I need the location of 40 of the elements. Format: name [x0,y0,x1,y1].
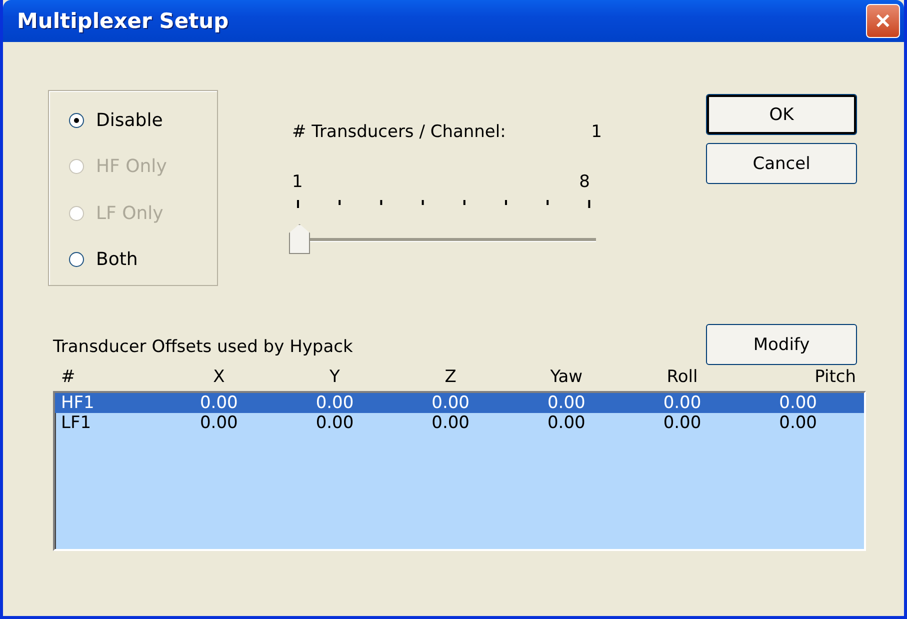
list-cell-text: 0.00 [314,413,355,433]
list-row[interactable]: HF1 0.00 0.00 0.00 0.00 0.00 0.00 [55,393,864,413]
column-header: Roll [666,367,699,387]
radio-button[interactable] [69,112,84,128]
max-label: 8 [579,172,590,192]
close-button[interactable]: ✕ [866,4,900,38]
radio-button[interactable] [69,252,84,268]
slider-reading: 1 [591,122,602,142]
list-cell-text: 0.00 [198,393,239,413]
ok-button[interactable]: OK [706,94,857,135]
list-cell-text: LF1 [61,413,92,433]
column-header: Pitch [814,367,856,387]
radio-label: HF Only [96,156,167,178]
list-cell-text: 0.00 [662,413,702,433]
column-header: Yaw [549,367,584,387]
column-header: X [212,367,226,387]
list-cell-text: 0.00 [546,413,586,433]
window-title: Multiplexer Setup [17,9,229,33]
radio-label: Both [96,249,138,270]
slider-thumb[interactable] [289,224,310,254]
list-cell-text: HF1 [61,393,96,413]
list-cell-text: 0.00 [546,393,586,413]
list-cell-text: 0.00 [430,393,470,413]
column-header: Z [444,367,458,387]
list-cell-text: 0.00 [778,393,818,413]
modify-button[interactable]: Modify [706,324,857,365]
column-header: # [61,367,76,387]
radio-label: Disable [96,110,163,131]
cancel-button[interactable]: Cancel [706,143,857,184]
list-row[interactable]: LF1 0.00 0.00 0.00 0.00 0.00 0.00 [55,413,864,433]
list-cell-text: 0.00 [778,413,818,433]
column-header: Y [328,367,341,387]
min-label: 1 [292,172,303,192]
list-cell-text: 0.00 [198,413,239,433]
list-cell-text: 0.00 [662,393,702,413]
list-cell-text: 0.00 [314,393,355,413]
table-caption: Transducer Offsets used by Hypack [53,337,354,359]
list-cell-text: 0.00 [430,413,470,433]
slider-label: # Transducers / Channel: [292,122,506,142]
radio-label: LF Only [96,202,164,224]
